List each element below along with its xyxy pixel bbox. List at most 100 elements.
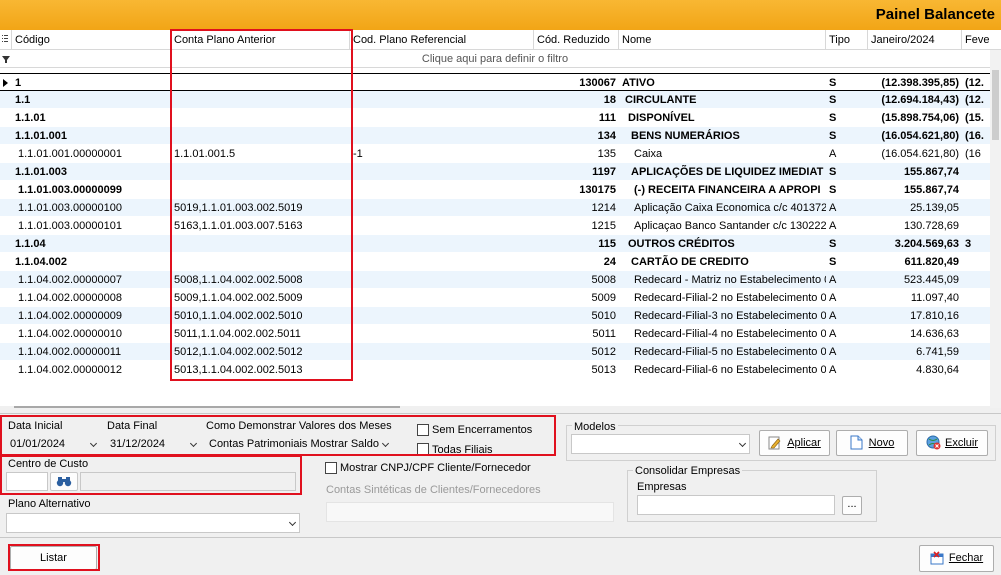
new-document-icon xyxy=(850,435,863,450)
cell-codigo: 1.1.01 xyxy=(15,112,46,124)
cell-codigo: 1.1.04.002.00000009 xyxy=(18,310,122,322)
table-row[interactable]: 1.1.01.001.00000001 1.1.01.001.5 -1 135 Caix… xyxy=(0,145,990,163)
cell-fev xyxy=(962,325,990,343)
column-header-tipo[interactable]: Tipo xyxy=(826,30,868,50)
cell-referencial xyxy=(350,307,534,325)
table-row[interactable]: 1.1.01.003 1197 APLICAÇÕES DE LIQUIDEZ IME… xyxy=(0,163,990,181)
cell-tipo: A xyxy=(829,310,837,322)
cell-reduzido: 130067 xyxy=(579,77,616,89)
cell-fev: (12. xyxy=(965,94,984,106)
table-row[interactable]: 1.1.04.002.00000007 5008,1.1.04.002.002.5… xyxy=(0,271,990,289)
cell-nome: Redecard-Filial-6 no Estabelecimento 02 xyxy=(634,364,826,376)
filter-hint: Clique aqui para definir o filtro xyxy=(421,53,569,65)
modelos-select[interactable] xyxy=(571,434,750,454)
cell-anterior xyxy=(171,127,350,145)
filter-row[interactable]: Clique aqui para definir o filtro xyxy=(0,50,990,68)
cell-referencial xyxy=(350,199,534,217)
excluir-button[interactable]: Excluir xyxy=(916,430,988,456)
title-bar: Painel Balancete xyxy=(0,0,1001,30)
plano-alternativo-label: Plano Alternativo xyxy=(8,498,91,510)
horizontal-scrollbar[interactable] xyxy=(0,406,990,408)
listar-button[interactable]: Listar xyxy=(10,546,97,570)
cell-fev xyxy=(962,199,990,217)
table-row[interactable]: 1.1 18 CIRCULANTE S (12.694.184,43) (12. xyxy=(0,91,990,109)
table-row[interactable]: 1.1.04 115 OUTROS CRÉDITOS S 3.204.569,63 3 xyxy=(0,235,990,253)
consolidar-label: Consolidar Empresas xyxy=(633,465,743,477)
cell-nome: BENS NUMERÁRIOS xyxy=(631,130,740,142)
column-header-nome[interactable]: Nome xyxy=(619,30,826,50)
cell-jan: 155.867,74 xyxy=(903,184,959,196)
table-row[interactable]: 1.1.04.002.00000008 5009,1.1.04.002.002.5… xyxy=(0,289,990,307)
column-chooser-icon[interactable] xyxy=(0,30,12,50)
cell-nome: CIRCULANTE xyxy=(625,94,697,106)
data-final-picker[interactable]: 31/12/2024 xyxy=(106,434,201,454)
column-header-conta-anterior[interactable]: Conta Plano Anterior xyxy=(171,30,350,50)
novo-button[interactable]: Novo xyxy=(836,430,908,456)
cell-referencial xyxy=(350,289,534,307)
cell-codigo: 1.1.01.003 xyxy=(15,166,67,178)
vertical-scrollbar[interactable] xyxy=(990,50,1001,408)
table-row[interactable]: 1.1.01 111 DISPONÍVEL S (15.898.754,06) (15. xyxy=(0,109,990,127)
table-row[interactable]: 1.1.04.002 24 CARTÃO DE CREDITO S 611.820,49 xyxy=(0,253,990,271)
cell-referencial xyxy=(350,74,534,92)
cell-anterior: 5011,1.1.04.002.002.5011 xyxy=(174,328,301,340)
plano-alternativo-select[interactable] xyxy=(6,513,300,533)
cell-tipo: A xyxy=(829,220,837,232)
cell-tipo: A xyxy=(829,364,837,376)
table-row[interactable]: 1.1.04.002.00000009 5010,1.1.04.002.002.5… xyxy=(0,307,990,325)
divider xyxy=(0,413,1001,414)
column-header-janeiro[interactable]: Janeiro/2024 xyxy=(868,30,962,50)
table-row[interactable]: 1.1.01.003.00000101 5163,1.1.01.003.007.5… xyxy=(0,217,990,235)
cell-referencial xyxy=(350,235,534,253)
pencil-icon xyxy=(768,435,781,450)
table-row[interactable]: 1.1.01.003.00000099 130175 (-) RECEITA FIN… xyxy=(0,181,990,199)
table-row[interactable]: 1.1.01.003.00000100 5019,1.1.01.003.002.5… xyxy=(0,199,990,217)
sem-encerramentos-label: Sem Encerramentos xyxy=(432,424,533,436)
cell-nome: Caixa xyxy=(634,148,663,160)
fechar-button[interactable]: Fechar xyxy=(919,545,994,572)
column-header-cod-referencial[interactable]: Cod. Plano Referencial xyxy=(350,30,534,50)
contas-sinteticas-input[interactable] xyxy=(326,502,614,522)
mostrar-cnpj-checkbox[interactable] xyxy=(325,462,337,474)
cell-reduzido: 1215 xyxy=(591,220,616,232)
cell-tipo: S xyxy=(829,256,837,268)
column-header-fevereiro[interactable]: Feve xyxy=(962,30,1001,50)
row-indicator xyxy=(0,91,10,109)
demonstrar-select[interactable]: Contas Patrimoniais Mostrar Saldo xyxy=(205,434,393,454)
empresas-browse-button[interactable]: ... xyxy=(842,496,862,515)
empresas-input[interactable] xyxy=(637,495,835,515)
cell-referencial xyxy=(350,91,534,109)
cell-reduzido: 111 xyxy=(598,112,616,124)
cell-tipo: A xyxy=(829,274,837,286)
table-row[interactable]: 1.1.01.001 134 BENS NUMERÁRIOS S (16.054.621… xyxy=(0,127,990,145)
cell-reduzido: 134 xyxy=(597,130,616,142)
aplicar-button[interactable]: Aplicar xyxy=(759,430,830,456)
search-centro-custo-button[interactable] xyxy=(50,472,78,491)
cell-jan: 523.445,09 xyxy=(903,274,959,286)
table-row[interactable]: 1.1.04.002.00000011 5012,1.1.04.002.002.5… xyxy=(0,343,990,361)
cell-codigo: 1 xyxy=(15,77,22,89)
centro-custo-code-input[interactable] xyxy=(6,472,48,491)
table-row[interactable]: 1.1.04.002.00000010 5011,1.1.04.002.002.5… xyxy=(0,325,990,343)
table-row[interactable]: 1.1.04.002.00000012 5013,1.1.04.002.002.5… xyxy=(0,361,990,379)
cell-nome: OUTROS CRÉDITOS xyxy=(628,238,735,250)
cell-fev xyxy=(962,163,990,181)
column-header-codigo[interactable]: Código xyxy=(12,30,171,50)
cell-nome: Redecard-Filial-2 no Estabelecimento 01 xyxy=(634,292,826,304)
cell-nome: Aplicação Caixa Economica c/c 401372-7 xyxy=(634,202,826,214)
todas-filiais-checkbox[interactable] xyxy=(417,443,429,455)
cell-reduzido: 24 xyxy=(603,256,616,268)
column-header-cod-reduzido[interactable]: Cód. Reduzido xyxy=(534,30,619,50)
cell-nome: Redecard-Filial-5 no Estabelecimento 02 xyxy=(634,346,826,358)
table-row[interactable]: 1 130067 ATIVO S (12.398.395,85) (12. xyxy=(0,73,990,91)
cell-referencial xyxy=(350,325,534,343)
sem-encerramentos-checkbox[interactable] xyxy=(417,424,429,436)
row-indicator xyxy=(0,325,10,343)
cell-codigo: 1.1.01.003.00000100 xyxy=(18,202,122,214)
data-inicial-picker[interactable]: 01/01/2024 xyxy=(6,434,101,454)
cell-tipo: S xyxy=(829,94,837,106)
cell-fev xyxy=(962,181,990,199)
cell-reduzido: 18 xyxy=(603,94,616,106)
balancete-grid[interactable]: Código Conta Plano Anterior Cod. Plano R… xyxy=(0,30,1001,408)
filter-icon xyxy=(2,50,10,74)
